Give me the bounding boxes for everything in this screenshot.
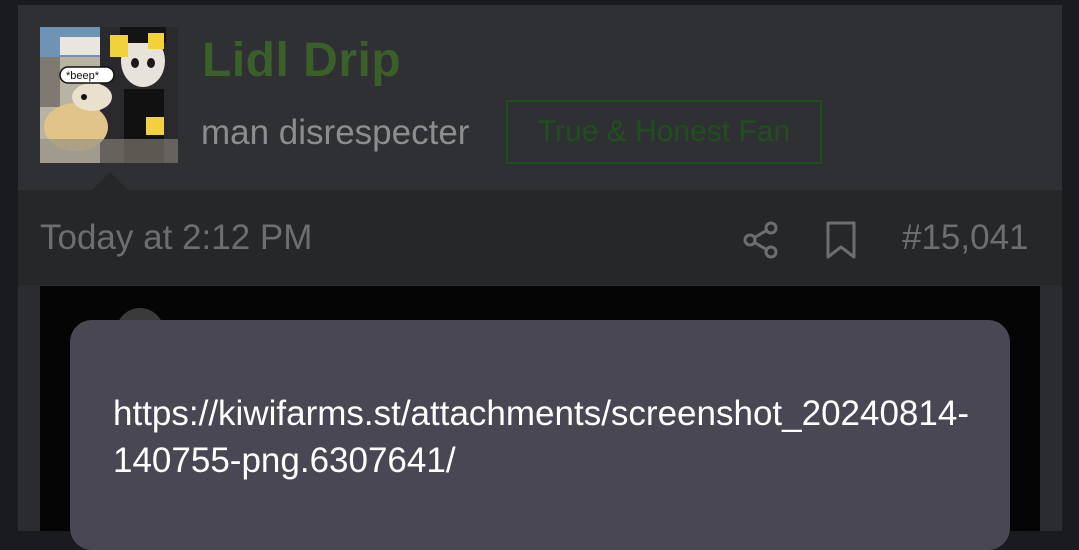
post-number-link[interactable]: #15,041	[902, 218, 1029, 258]
post-meta-bar: Today at 2:12 PM #15,041	[18, 190, 1062, 285]
avatar[interactable]: *beep*	[40, 27, 178, 163]
avatar-caption: *beep*	[66, 70, 100, 82]
user-badge: True & Honest Fan	[506, 100, 822, 164]
link-url[interactable]: https://kiwifarms.st/attachments/screens…	[113, 390, 973, 484]
bookmark-icon[interactable]	[824, 220, 858, 260]
post-timestamp[interactable]: Today at 2:12 PM	[40, 218, 312, 258]
avatar-pointer-arrow	[92, 172, 128, 190]
username-link[interactable]: Lidl Drip	[202, 33, 401, 88]
user-title: man disrespecter	[201, 113, 470, 152]
share-icon[interactable]	[741, 220, 781, 260]
link-preview-popup[interactable]: https://kiwifarms.st/attachments/screens…	[70, 320, 1010, 550]
user-block: *beep* Lidl Drip man disrespecter True &…	[18, 5, 1062, 190]
avatar-illustration	[40, 27, 178, 163]
